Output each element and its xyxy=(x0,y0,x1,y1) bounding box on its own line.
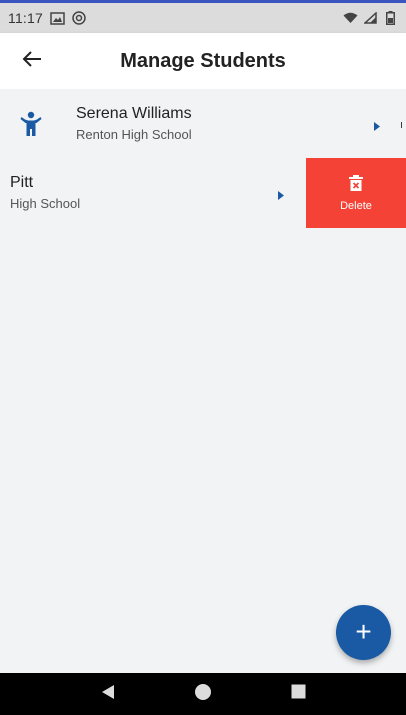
student-row-swiped[interactable]: Pitt High School Delete xyxy=(0,158,406,228)
image-icon xyxy=(49,10,65,26)
battery-icon xyxy=(382,10,398,26)
nav-recents-button[interactable] xyxy=(278,674,318,714)
delete-label: Delete xyxy=(340,199,372,212)
clipped-edge-glyph: ı xyxy=(400,119,404,131)
status-bar: 11:17 xyxy=(0,3,406,33)
wifi-icon xyxy=(342,10,358,26)
swiped-row-content: Pitt High School xyxy=(0,158,314,228)
nav-back-button[interactable] xyxy=(88,674,128,714)
back-button[interactable] xyxy=(16,45,48,77)
chevron-right-icon xyxy=(374,118,380,136)
at-sign-icon xyxy=(71,10,87,26)
status-left: 11:17 xyxy=(8,10,87,26)
system-nav-bar xyxy=(0,673,406,715)
recents-square-icon xyxy=(291,684,306,704)
home-circle-icon xyxy=(194,683,212,706)
child-person-icon xyxy=(20,111,42,137)
student-school: High School xyxy=(10,196,81,211)
back-triangle-icon xyxy=(101,684,115,705)
chevron-right-icon xyxy=(278,187,284,205)
signal-icon xyxy=(362,10,378,26)
status-right xyxy=(342,10,398,26)
plus-icon: + xyxy=(355,615,372,647)
status-time: 11:17 xyxy=(8,10,43,26)
student-school: Renton High School xyxy=(76,127,192,142)
student-name: Serena Williams xyxy=(76,105,192,122)
student-name: Pitt xyxy=(10,174,34,191)
delete-button[interactable]: Delete xyxy=(306,158,406,228)
nav-home-button[interactable] xyxy=(183,674,223,714)
page-title: Manage Students xyxy=(120,49,286,72)
arrow-left-icon xyxy=(22,50,42,73)
app-bar: Manage Students xyxy=(0,33,406,89)
student-row[interactable]: Serena Williams Renton High School ı xyxy=(0,89,406,159)
add-student-button[interactable]: + xyxy=(336,605,391,660)
trash-icon xyxy=(349,174,363,196)
